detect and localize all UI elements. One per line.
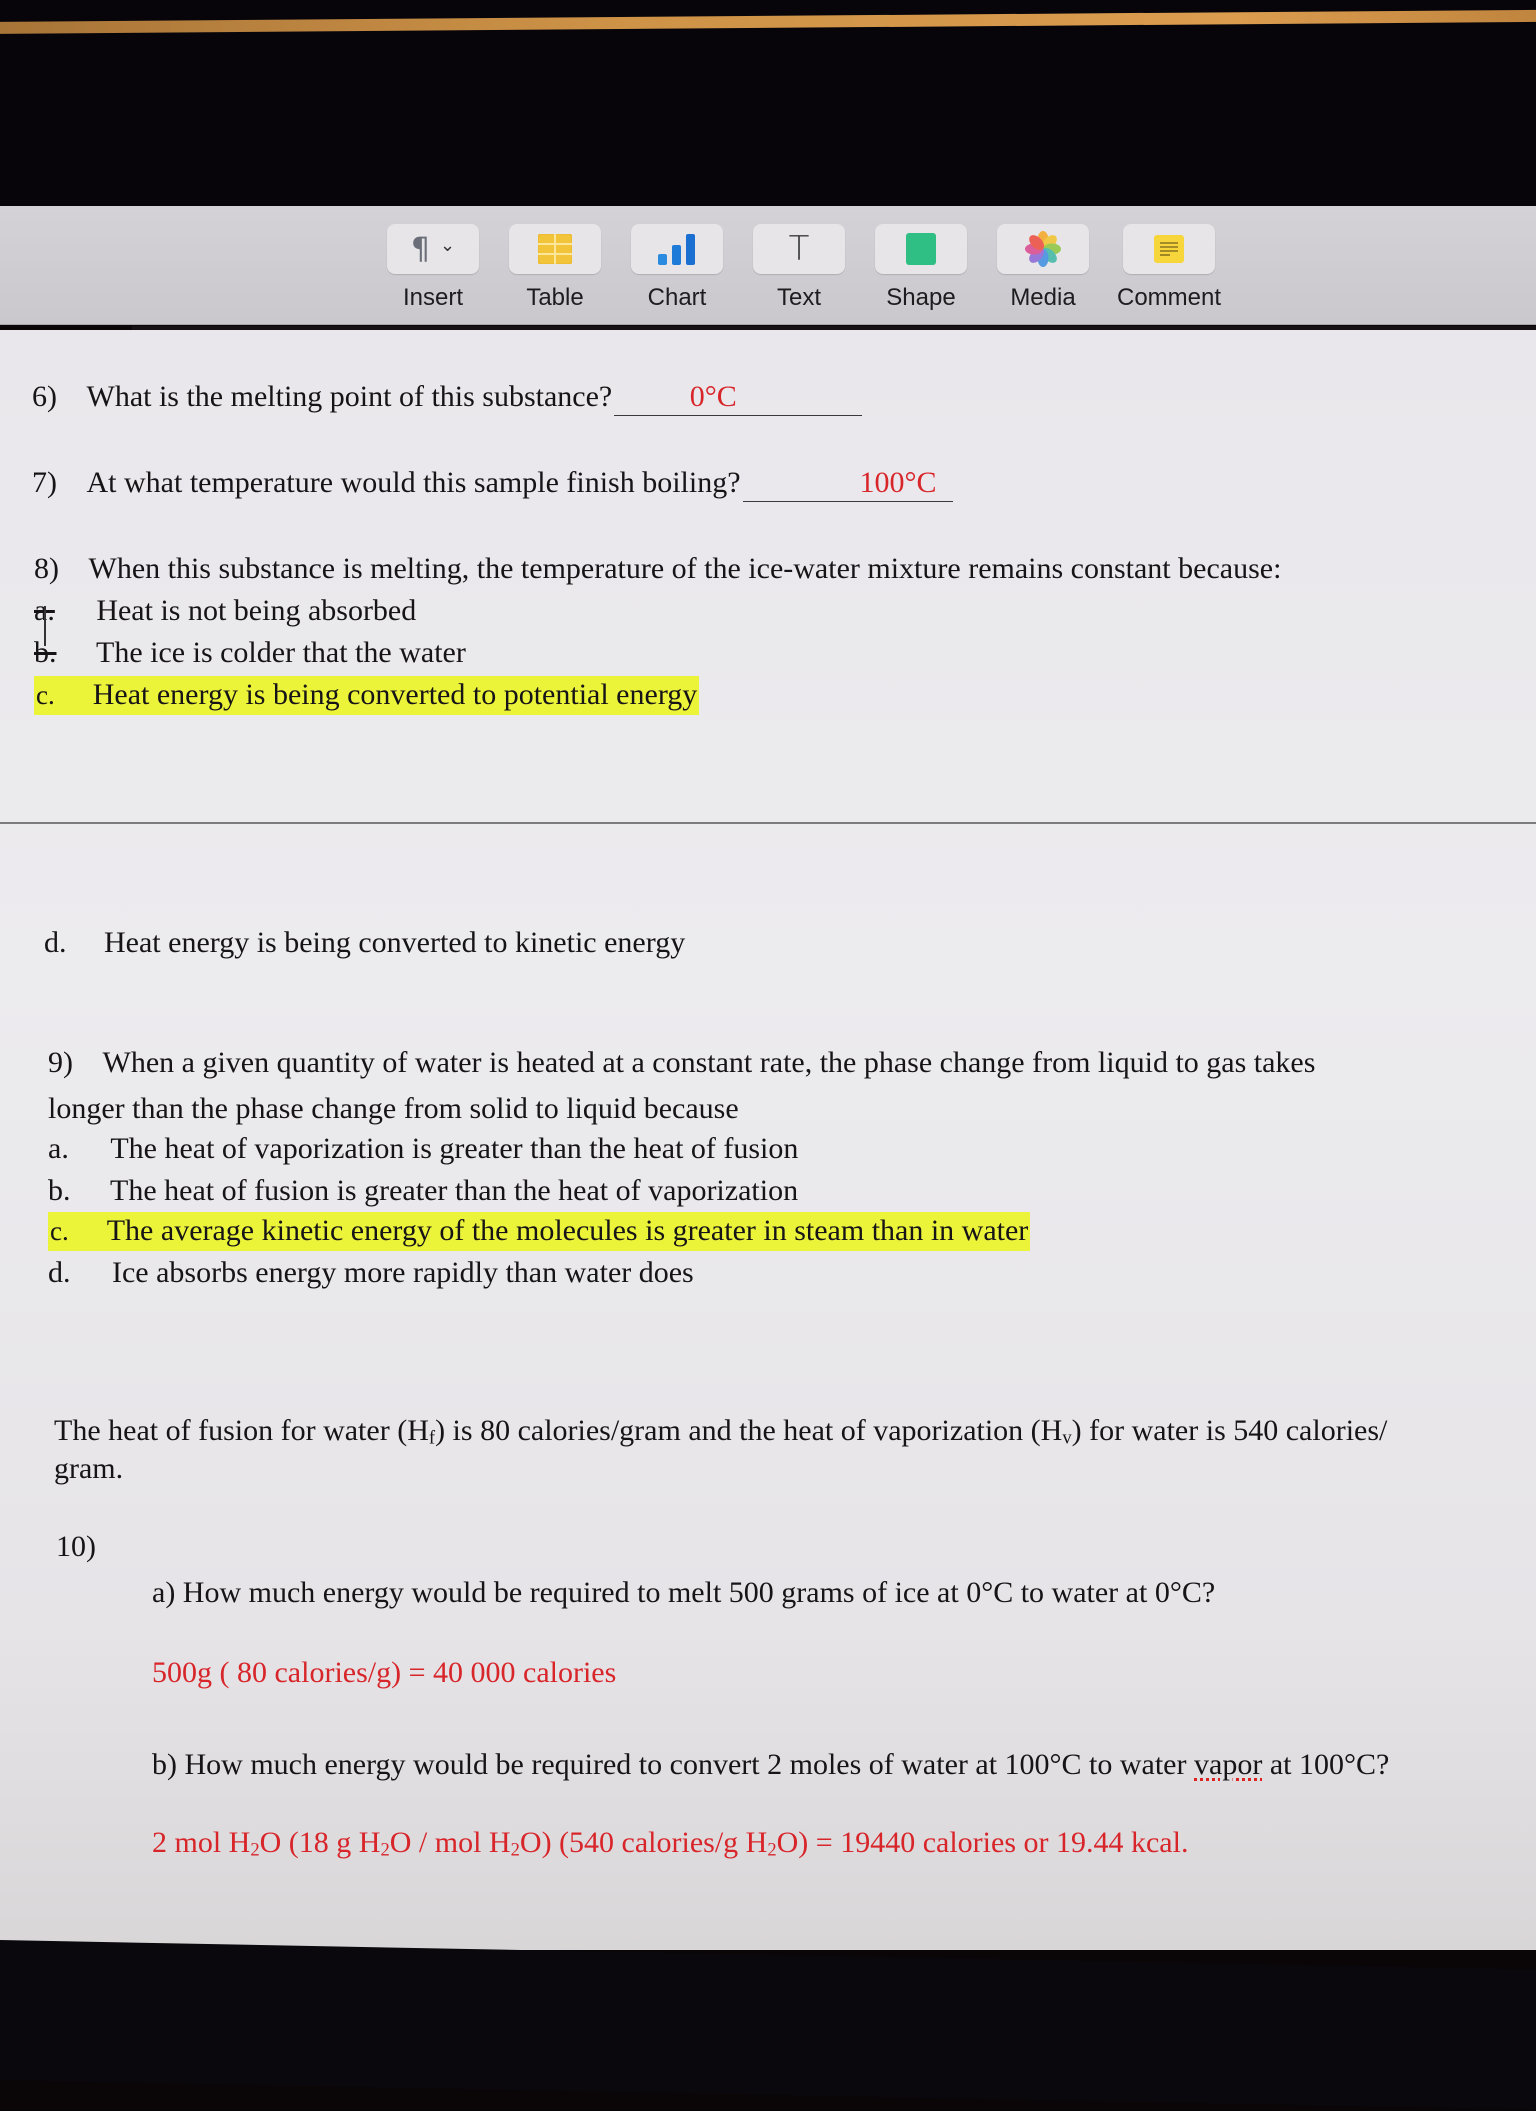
question-text: b) How much energy would be required to … <box>152 1748 1194 1781</box>
bar-chart-icon <box>658 234 695 265</box>
toolbar-comment-button[interactable]: Comment <box>1104 224 1234 312</box>
question-text: At what temperature would this sample fi… <box>86 466 741 499</box>
heat-constants-paragraph: The heat of fusion for water (Hf) is 80 … <box>54 1414 1387 1449</box>
question-8: 8) When this substance is melting, the t… <box>34 552 1281 587</box>
option-8b: b. The ice is colder that the water <box>34 636 466 671</box>
answer-text: 100°C <box>859 466 937 499</box>
question-10a: a) How much energy would be required to … <box>152 1576 1216 1609</box>
comment-note-icon <box>1154 235 1184 263</box>
question-9: 9) When a given quantity of water is hea… <box>48 1046 1315 1081</box>
toolbar-chart-button[interactable]: Chart <box>616 224 738 312</box>
question-number: 6) <box>32 380 57 413</box>
option-letter: d. <box>44 926 67 959</box>
option-letter: d. <box>48 1256 71 1289</box>
toolbar-label: Media <box>1010 284 1076 311</box>
option-9c: c. The average kinetic energy of the mole… <box>48 1212 1031 1251</box>
option-letter: b. <box>48 1174 71 1207</box>
question-text: What is the melting point of this substa… <box>86 380 613 413</box>
toolbar-table-button[interactable]: Table <box>494 224 616 312</box>
option-letter: c. <box>36 680 55 710</box>
subscript-2: 2 <box>250 1839 260 1861</box>
answer-10b: 2 mol H2O (18 g H2O / mol H2O) (540 calo… <box>152 1826 1188 1861</box>
option-text: Heat is not being absorbed <box>96 594 417 627</box>
option-8a: a. Heat is not being absorbed <box>34 594 416 629</box>
option-8c: c. Heat energy is being converted to pote… <box>34 676 700 715</box>
answer-part: O) (540 calories/g H <box>519 1826 768 1859</box>
option-text: Heat energy is being converted to kineti… <box>104 926 686 959</box>
option-text: The ice is colder that the water <box>96 636 466 669</box>
question-7: 7) At what temperature would this sample… <box>32 466 953 502</box>
option-letter: a. <box>48 1132 69 1165</box>
answer-10a: 500g ( 80 calories/g) = 40 000 calories <box>152 1656 617 1689</box>
heat-constants-line2: gram. <box>54 1452 124 1485</box>
question-number: 8) <box>34 552 59 585</box>
question-10-number: 10) <box>56 1530 96 1563</box>
question-text: at 100°C? <box>1262 1748 1390 1781</box>
option-9a: a. The heat of vaporization is greater t… <box>48 1132 798 1167</box>
page-break-divider <box>0 822 1536 824</box>
question-10b: b) How much energy would be required to … <box>152 1748 1389 1783</box>
toolbar-text-button[interactable]: T Text <box>738 224 860 312</box>
answer-part: O / mol H <box>389 1826 511 1859</box>
subscript-2: 2 <box>380 1839 390 1861</box>
option-9b: b. The heat of fusion is greater than th… <box>48 1174 798 1209</box>
paragraph-icon: ¶ <box>410 231 430 267</box>
toolbar-label: Comment <box>1116 284 1222 311</box>
info-text: The heat of fusion for water (H <box>54 1414 429 1447</box>
info-text: ) is 80 calories/gram and the heat of va… <box>435 1414 1063 1447</box>
option-text: The average kinetic energy of the molecu… <box>106 1214 1029 1247</box>
subscript-2: 2 <box>767 1839 777 1861</box>
question-6: 6) What is the melting point of this sub… <box>32 380 863 416</box>
chevron-down-icon: ⌄ <box>440 234 456 256</box>
option-8d: d. Heat energy is being converted to kin… <box>44 926 685 961</box>
monitor-bezel-bottom <box>0 1940 1536 2111</box>
question-text: When this substance is melting, the temp… <box>88 552 1282 585</box>
toolbar-label: Text <box>776 284 821 311</box>
answer-text: 0°C <box>689 380 737 413</box>
question-9-line2: longer than the phase change from solid … <box>48 1092 739 1125</box>
option-letter: c. <box>50 1216 69 1246</box>
option-text: Ice absorbs energy more rapidly than wat… <box>112 1256 694 1289</box>
question-number: 9) <box>48 1046 73 1079</box>
toolbar-buttons: ¶ ⌄ Insert Table Chart T Text Shape Medi… <box>372 224 1234 312</box>
answer-part: 2 mol H <box>152 1826 251 1859</box>
highlighted-answer: c. The average kinetic energy of the mole… <box>48 1212 1031 1251</box>
photos-icon <box>1025 231 1061 267</box>
option-text: The heat of fusion is greater than the h… <box>110 1174 799 1207</box>
shape-icon <box>906 233 936 265</box>
text-icon: T <box>788 229 810 269</box>
toolbar-label: Chart <box>647 284 707 311</box>
answer-part: O (18 g H <box>259 1826 381 1859</box>
question-text-line1: When a given quantity of water is heated… <box>102 1046 1316 1079</box>
subscript-2: 2 <box>510 1839 520 1861</box>
subscript-v: v <box>1062 1427 1072 1449</box>
spellcheck-word[interactable]: vapor <box>1194 1748 1262 1781</box>
option-letter: b. <box>34 636 57 669</box>
toolbar-media-button[interactable]: Media <box>982 224 1104 312</box>
highlighted-answer: c. Heat energy is being converted to pote… <box>34 676 700 715</box>
option-text: Heat energy is being converted to potent… <box>92 678 698 711</box>
question-number: 7) <box>32 466 57 499</box>
answer-blank[interactable]: 100°C <box>742 466 953 502</box>
answer-blank[interactable]: 0°C <box>614 380 863 416</box>
toolbar-label: Shape <box>886 284 956 311</box>
toolbar-insert-button[interactable]: ¶ ⌄ Insert <box>372 224 494 312</box>
option-text: The heat of vaporization is greater than… <box>110 1132 799 1165</box>
option-9d: d. Ice absorbs energy more rapidly than … <box>48 1256 694 1291</box>
table-icon <box>538 234 572 264</box>
toolbar-label: Insert <box>402 284 464 311</box>
toolbar-label: Table <box>526 284 584 311</box>
answer-part: O) = 19440 calories or 19.44 kcal. <box>776 1826 1189 1859</box>
toolbar-shape-button[interactable]: Shape <box>860 224 982 312</box>
info-text: ) for water is 540 calories/ <box>1071 1414 1388 1447</box>
